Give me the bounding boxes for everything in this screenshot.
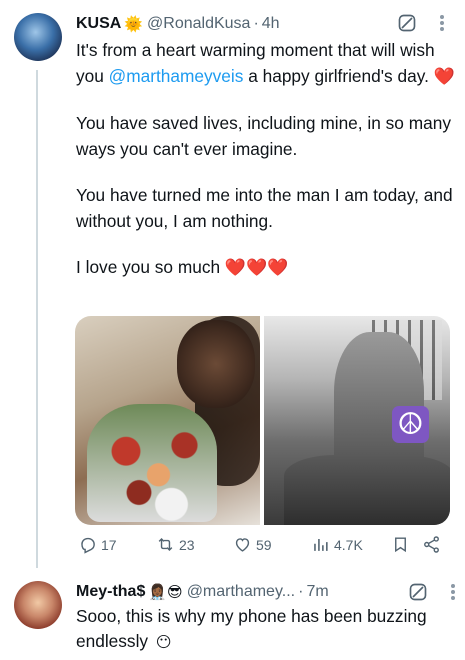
tweet-media-grid: ☮ — [75, 316, 450, 525]
views-button[interactable]: 4.7K — [311, 535, 363, 554]
retweet-count: 23 — [179, 536, 195, 553]
name-emoji: 🌞 — [124, 15, 144, 33]
tweet-header: KUSA 🌞 @RonaldKusa · 4h — [76, 11, 445, 37]
tweet-paragraph-3: You have turned me into the man I am tod… — [76, 185, 453, 231]
tweet-paragraph-1: It's from a heart warming moment that wi… — [76, 37, 456, 90]
thread-connector-line — [36, 70, 38, 568]
reply-author-handle[interactable]: @marthamey... — [187, 583, 295, 601]
photo-woman-with-bouquet[interactable] — [75, 316, 260, 525]
reply-name-emoji: 👩🏾‍⚕️😎 — [148, 583, 183, 601]
author-handle[interactable]: @RonaldKusa — [147, 15, 250, 33]
peace-symbol-icon: ☮ — [392, 406, 429, 443]
more-dots-icon[interactable] — [439, 14, 445, 32]
heart-icon — [235, 538, 250, 552]
reply-author-avatar[interactable] — [14, 581, 62, 629]
reply-author-display-name[interactable]: Mey-tha$ — [76, 583, 145, 601]
photo-detail — [284, 455, 450, 525]
retweet-icon — [158, 537, 173, 552]
reply-icon — [81, 537, 95, 554]
photo-detail — [177, 320, 255, 408]
reply-header: Mey-tha$ 👩🏾‍⚕️😎 @marthamey... · 7m — [76, 580, 456, 604]
grok-icon[interactable] — [397, 13, 417, 33]
share-icon — [424, 536, 439, 553]
author-avatar[interactable] — [14, 13, 62, 61]
photo-medical-scene[interactable]: ☮ — [264, 316, 450, 525]
photo-bouquet — [87, 404, 217, 522]
bookmark-icon — [395, 537, 406, 553]
reply-tweet: Mey-tha$ 👩🏾‍⚕️😎 @marthamey... · 7m Sooo,… — [76, 580, 456, 655]
like-count: 59 — [256, 536, 272, 553]
separator-dot: · — [298, 583, 304, 600]
like-button[interactable]: 59 — [233, 535, 272, 554]
tweet-paragraph-2: You have saved lives, including mine, in… — [76, 113, 451, 159]
reply-button[interactable]: 17 — [78, 535, 117, 554]
more-dots-icon[interactable] — [450, 583, 456, 601]
reply-text: Sooo, this is why my phone has been buzz… — [76, 606, 427, 651]
author-display-name[interactable]: KUSA — [76, 15, 121, 33]
tweet-paragraph-4: I love you so much ❤️❤️❤️ — [76, 254, 456, 281]
heart-emoji: ❤️ — [433, 67, 455, 87]
hearts-emoji: ❤️❤️❤️ — [224, 258, 289, 278]
tweet-timestamp[interactable]: 4h — [262, 15, 280, 33]
bookmark-button[interactable] — [391, 535, 410, 554]
grok-icon[interactable] — [408, 582, 428, 602]
share-button[interactable] — [422, 535, 441, 554]
reply-timestamp[interactable]: 7m — [306, 583, 328, 601]
reply-count: 17 — [101, 536, 117, 553]
tweet-body: It's from a heart warming moment that wi… — [76, 37, 456, 301]
retweet-button[interactable]: 23 — [156, 535, 195, 554]
reply-emoji: 😶 — [155, 633, 172, 651]
views-icon — [314, 538, 328, 551]
tweet-text-part: a happy girlfriend's day. — [243, 66, 434, 86]
views-count: 4.7K — [334, 536, 363, 553]
mention-link[interactable]: @marthameyveis — [109, 66, 244, 86]
tweet-action-bar: 17 23 59 4.7K — [76, 535, 446, 559]
separator-dot: · — [253, 15, 259, 32]
reply-body: Sooo, this is why my phone has been buzz… — [76, 604, 456, 655]
tweet-text-part: I love you so much — [76, 257, 225, 277]
